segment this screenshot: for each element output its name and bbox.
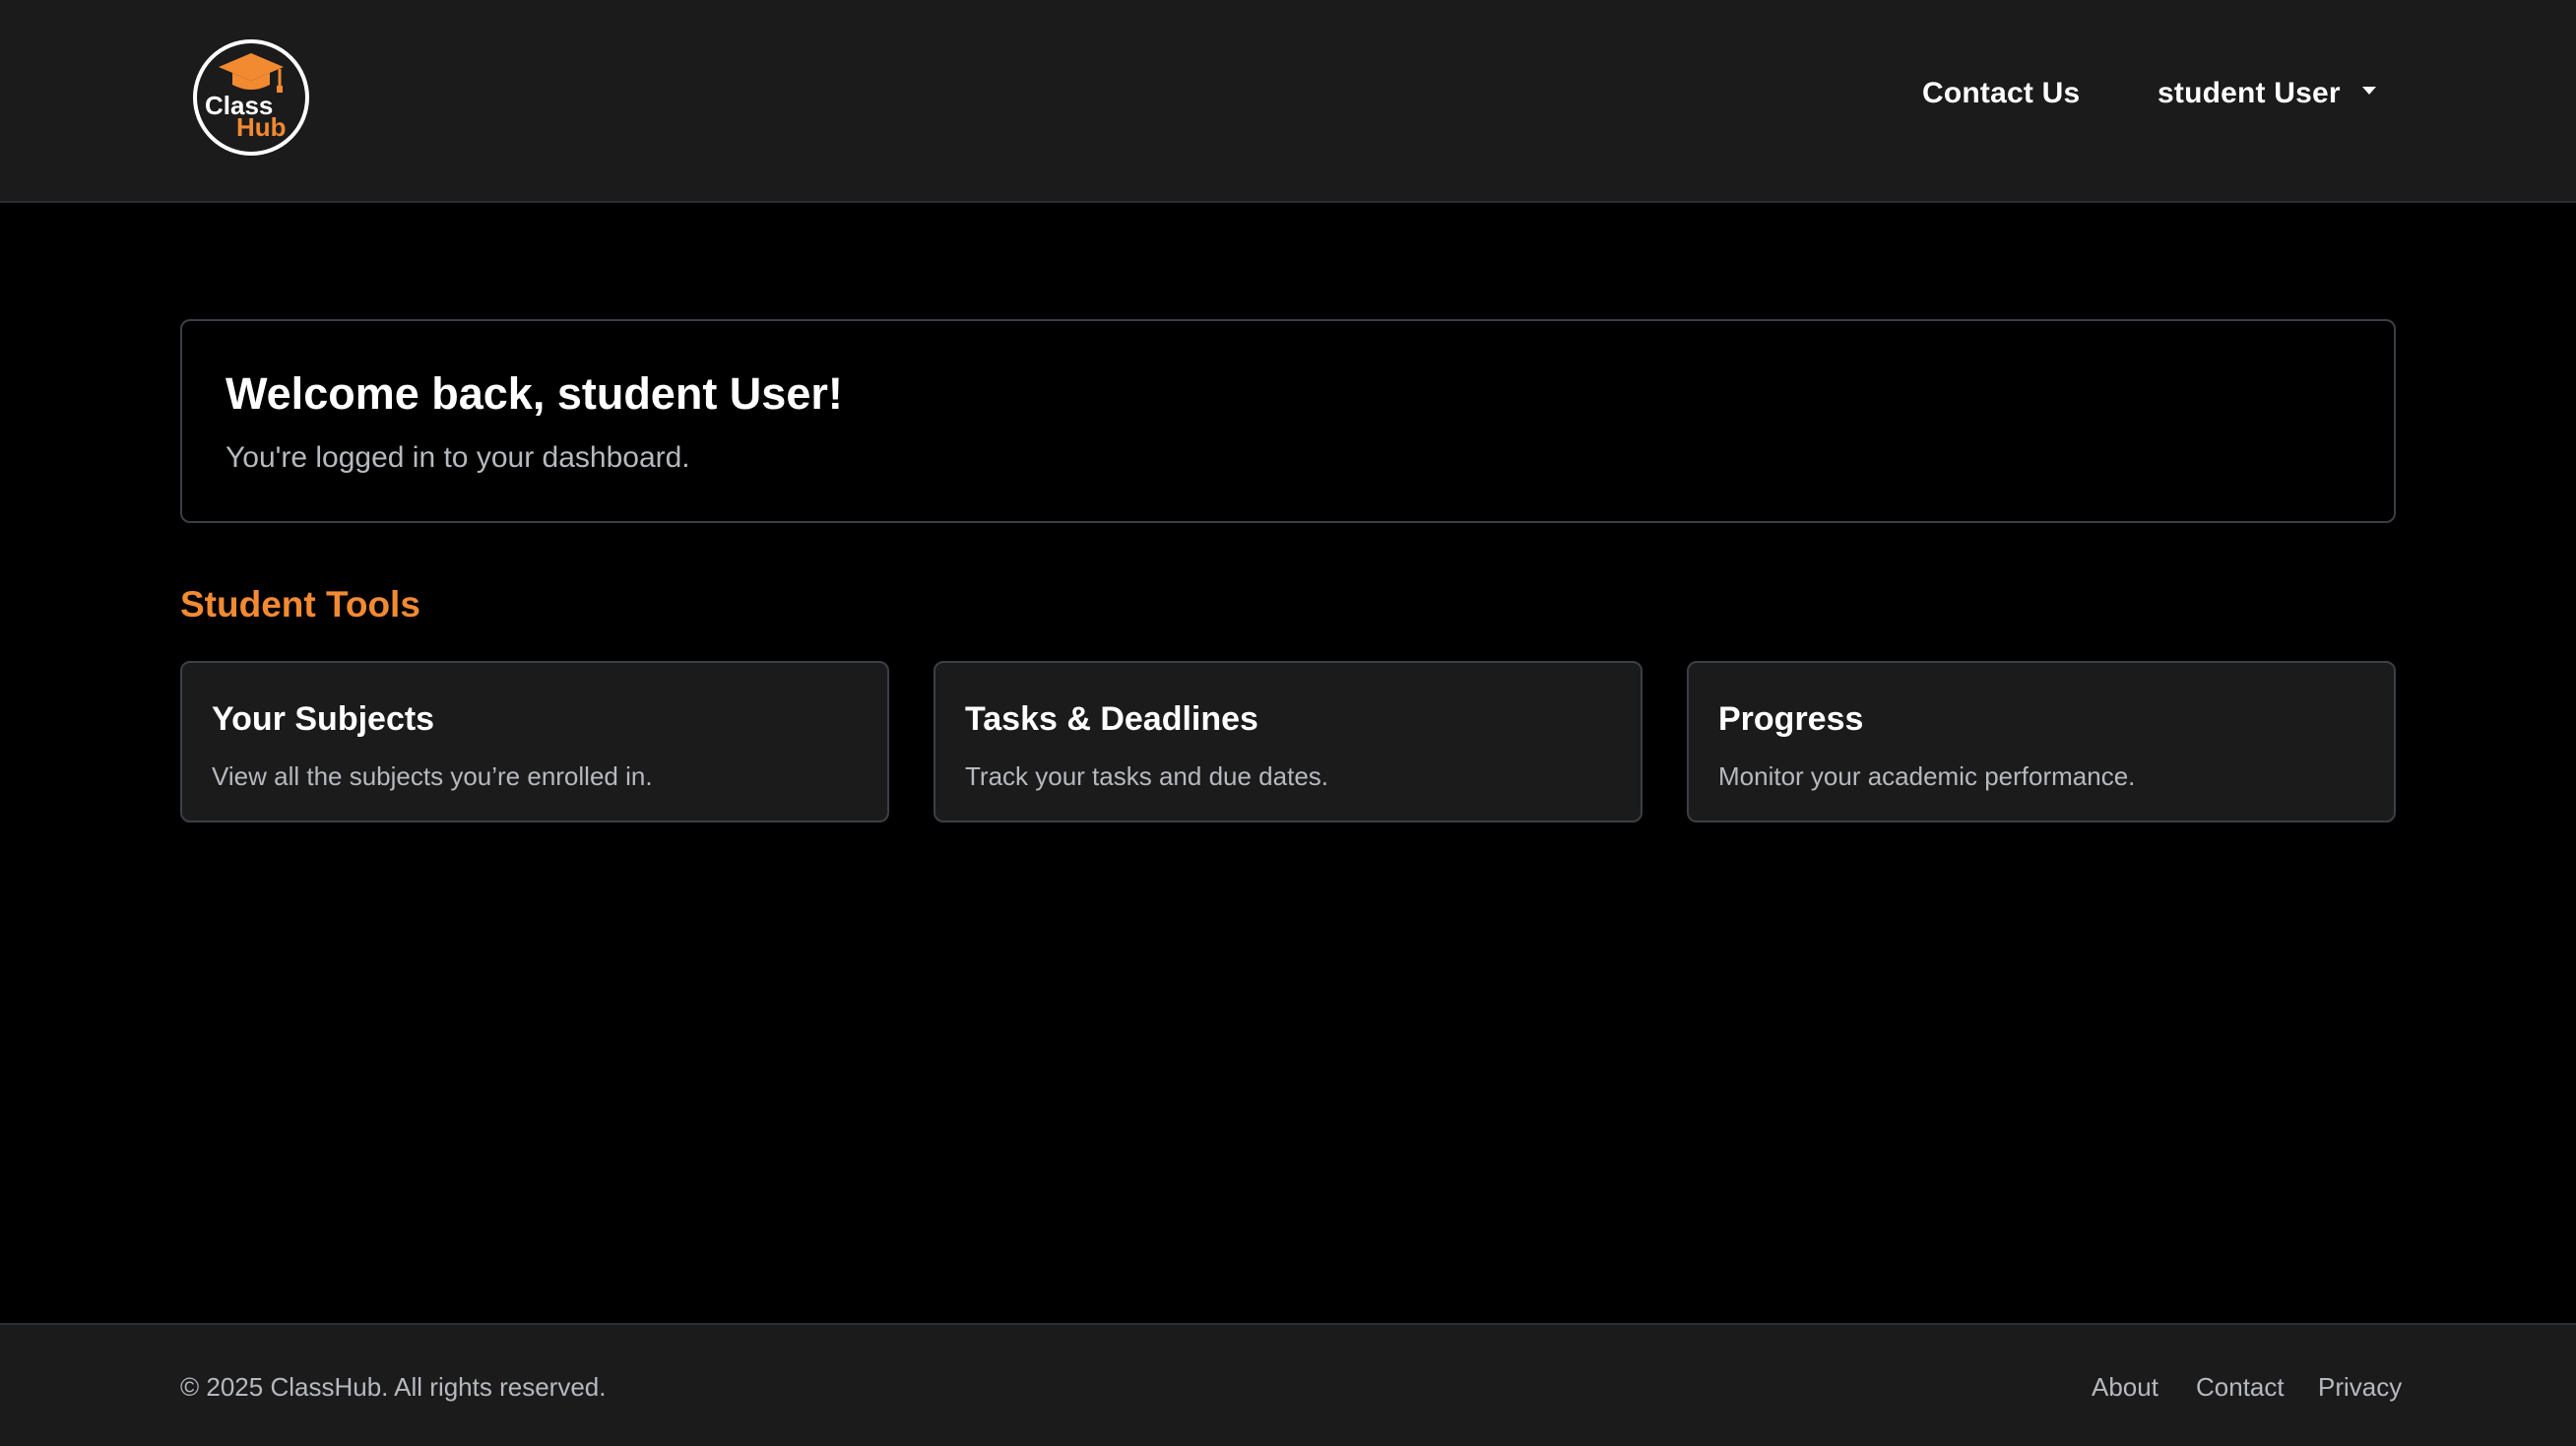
student-tools-heading: Student Tools — [180, 584, 420, 624]
tool-card-title: Progress — [1718, 700, 1864, 738]
tool-card-your-subjects[interactable]: Your Subjects View all the subjects you’… — [180, 661, 889, 822]
tool-card-title: Tasks & Deadlines — [965, 700, 1258, 738]
welcome-subtitle: You're logged in to your dashboard. — [225, 441, 690, 474]
logo-word-hub: Hub — [236, 112, 287, 142]
user-menu-label: student User — [2157, 77, 2341, 109]
nav-contact-us-link[interactable]: Contact Us — [1922, 77, 2080, 110]
tool-card-description: View all the subjects you’re enrolled in… — [212, 761, 653, 791]
footer-link-contact[interactable]: Contact — [2196, 1372, 2285, 1403]
welcome-card: Welcome back, student User! You're logge… — [180, 319, 2396, 523]
welcome-title: Welcome back, student User! — [225, 368, 843, 419]
footer: © 2025 ClassHub. All rights reserved. Ab… — [0, 1323, 2576, 1446]
footer-link-privacy[interactable]: Privacy — [2318, 1372, 2402, 1403]
tool-card-tasks-deadlines[interactable]: Tasks & Deadlines Track your tasks and d… — [934, 661, 1642, 822]
tool-card-progress[interactable]: Progress Monitor your academic performan… — [1687, 661, 2396, 822]
user-menu-dropdown[interactable]: student User — [2157, 77, 2376, 110]
tool-card-title: Your Subjects — [212, 700, 435, 738]
footer-link-about[interactable]: About — [2092, 1372, 2158, 1403]
caret-down-icon — [2361, 87, 2376, 95]
graduation-cap-icon: Class Hub — [205, 53, 287, 142]
footer-copyright: © 2025 ClassHub. All rights reserved. — [180, 1372, 607, 1402]
classhub-logo[interactable]: Class Hub — [193, 39, 309, 156]
tool-card-description: Monitor your academic performance. — [1718, 761, 2136, 791]
navbar: Class Hub Contact Us student User — [0, 0, 2576, 203]
tool-card-description: Track your tasks and due dates. — [965, 761, 1329, 791]
